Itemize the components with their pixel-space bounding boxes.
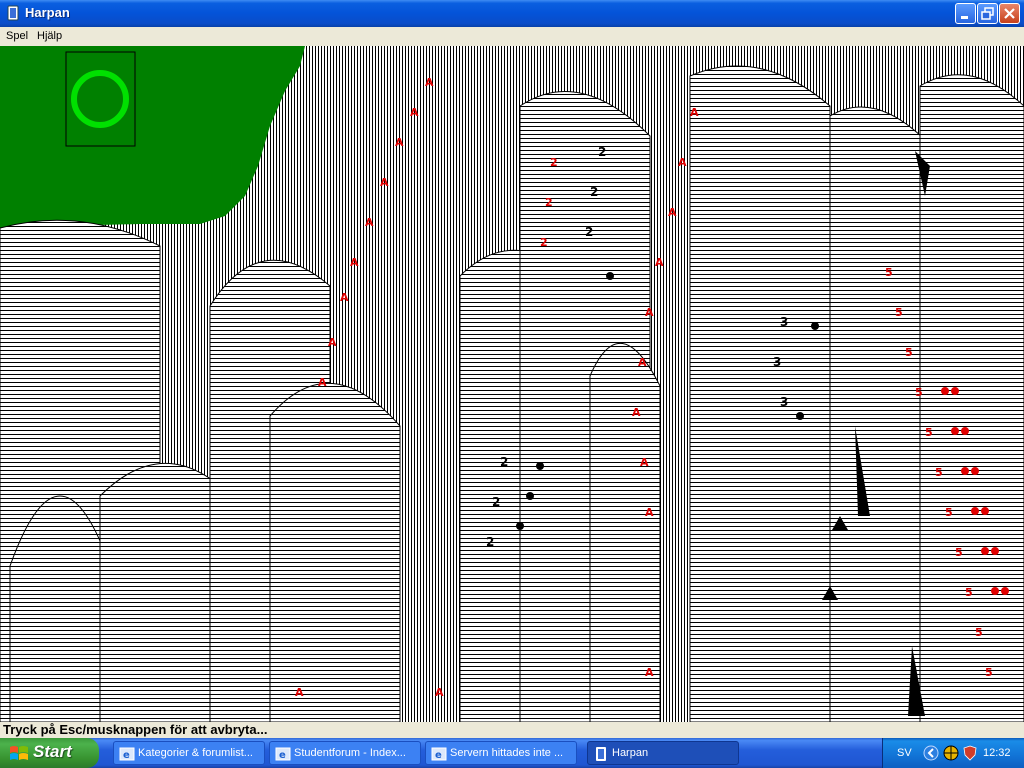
windows-logo-icon <box>10 746 28 760</box>
svg-text:A: A <box>350 256 359 269</box>
svg-text:2: 2 <box>550 156 558 169</box>
svg-text:3: 3 <box>773 355 781 369</box>
svg-text:A: A <box>380 176 389 189</box>
svg-text:A: A <box>645 666 654 679</box>
svg-text:5: 5 <box>985 666 993 679</box>
solitaire-card-icon <box>596 747 606 761</box>
svg-text:A: A <box>645 306 654 319</box>
svg-text:2: 2 <box>492 495 500 509</box>
svg-text:A: A <box>435 686 444 699</box>
svg-text:5: 5 <box>935 466 943 479</box>
svg-text:3: 3 <box>780 315 788 329</box>
svg-text:5: 5 <box>915 386 923 399</box>
status-text: Tryck på Esc/musknappen för att avbryta.… <box>3 722 268 737</box>
maximize-button[interactable] <box>977 3 998 24</box>
solitaire-card-icon <box>7 5 19 21</box>
svg-text:A: A <box>640 456 649 469</box>
svg-text:e: e <box>279 750 286 761</box>
svg-text:A: A <box>425 76 434 89</box>
svg-text:2: 2 <box>585 225 593 239</box>
svg-text:5: 5 <box>905 346 913 359</box>
svg-text:2: 2 <box>486 535 494 549</box>
window-titlebar[interactable]: Harpan <box>0 0 1024 27</box>
svg-text:A: A <box>655 256 664 269</box>
svg-text:2: 2 <box>598 145 606 159</box>
svg-text:5: 5 <box>965 586 973 599</box>
svg-text:2: 2 <box>590 185 598 199</box>
svg-text:A: A <box>365 216 374 229</box>
restore-icon <box>981 7 994 20</box>
svg-text:A: A <box>295 686 304 699</box>
svg-text:A: A <box>638 356 647 369</box>
menu-spel[interactable]: Spel <box>6 30 28 42</box>
svg-text:5: 5 <box>955 546 963 559</box>
svg-text:e: e <box>435 750 442 761</box>
task-label: Servern hittades inte ... <box>450 747 564 759</box>
svg-text:5: 5 <box>925 426 933 439</box>
svg-text:5: 5 <box>945 506 953 519</box>
statusbar: Tryck på Esc/musknappen för att avbryta.… <box>0 722 1024 738</box>
svg-text:5: 5 <box>975 626 983 639</box>
minimize-icon <box>961 16 968 19</box>
svg-text:2: 2 <box>540 236 548 249</box>
task-studentforum[interactable]: e Studentforum - Index... <box>269 741 421 765</box>
cascading-cards-canvas: AAA AAA AAA AAA AAA AAA 222 A AA 555 555 … <box>0 46 1024 722</box>
shield-icon[interactable] <box>962 745 978 761</box>
svg-text:A: A <box>410 106 419 119</box>
svg-text:2: 2 <box>500 455 508 469</box>
task-kategorier[interactable]: e Kategorier & forumlist... <box>113 741 265 765</box>
network-icon[interactable] <box>943 745 959 761</box>
svg-text:A: A <box>645 506 654 519</box>
window-title: Harpan <box>25 5 70 20</box>
svg-text:A: A <box>318 376 327 389</box>
clock: 12:32 <box>983 747 1011 759</box>
svg-text:A: A <box>340 291 349 304</box>
ie-icon: e <box>119 747 135 761</box>
system-tray: SV 12:32 <box>882 738 1024 768</box>
minimize-button[interactable] <box>955 3 976 24</box>
chevron-left-icon[interactable] <box>923 745 939 761</box>
taskbar: Start e Kategorier & forumlist... e Stud… <box>0 738 1024 768</box>
task-label: Studentforum - Index... <box>294 747 406 759</box>
svg-text:A: A <box>668 206 677 219</box>
task-servern[interactable]: e Servern hittades inte ... <box>425 741 577 765</box>
svg-text:A: A <box>678 156 687 169</box>
game-area[interactable]: AAA AAA AAA AAA AAA AAA 222 AAA 555 555 … <box>0 46 1024 722</box>
start-button[interactable]: Start <box>0 738 99 768</box>
svg-text:3: 3 <box>780 395 788 409</box>
close-button[interactable] <box>999 3 1020 24</box>
menubar: Spel Hjälp <box>0 27 1024 46</box>
task-harpan[interactable]: Harpan <box>587 741 739 765</box>
language-indicator[interactable]: SV <box>897 747 912 759</box>
svg-text:A: A <box>632 406 641 419</box>
task-label: Kategorier & forumlist... <box>138 747 253 759</box>
svg-text:A: A <box>395 136 404 149</box>
task-label: Harpan <box>612 747 649 759</box>
svg-text:5: 5 <box>895 306 903 319</box>
start-label: Start <box>33 742 72 761</box>
ie-icon: e <box>431 747 447 761</box>
ie-icon: e <box>275 747 291 761</box>
svg-text:5: 5 <box>885 266 893 279</box>
svg-text:2: 2 <box>545 196 553 209</box>
svg-text:e: e <box>123 750 130 761</box>
close-icon <box>1004 8 1015 19</box>
svg-text:A: A <box>690 106 699 119</box>
svg-text:A: A <box>328 336 337 349</box>
menu-hjalp[interactable]: Hjälp <box>37 30 62 42</box>
